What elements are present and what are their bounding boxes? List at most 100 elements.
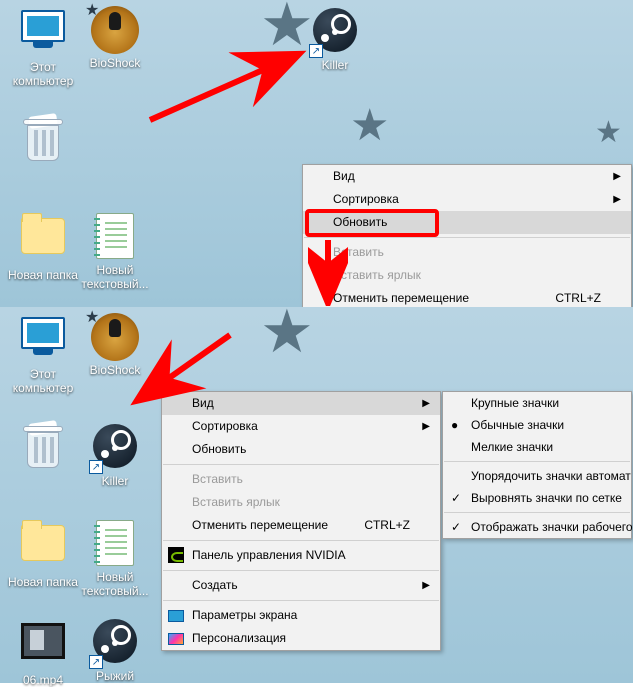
steam-icon: ↗ (311, 8, 359, 56)
submenu-label: Мелкие значки (471, 440, 553, 454)
video-file-icon (19, 623, 67, 671)
icon-label: Этот компьютер (6, 60, 80, 88)
chevron-right-icon: ▶ (422, 415, 430, 438)
menu-label: Параметры экрана (192, 608, 297, 622)
desktop-top[interactable]: ★ ★ ★ Этот компьютер ★ BioShock ↗ Killer… (0, 0, 633, 307)
submenu-item-medium-icons[interactable]: ●Обычные значки (443, 414, 631, 436)
menu-item-paste-shortcut: Вставить ярлык (162, 491, 440, 514)
menu-item-refresh[interactable]: Обновить (303, 211, 631, 234)
menu-item-paste: Вставить (303, 241, 631, 264)
desktop-icon-ryzhiy[interactable]: ↗ Рыжий (78, 617, 152, 683)
wallpaper-star: ★ (260, 297, 314, 367)
menu-separator (163, 540, 439, 541)
submenu-label: Упорядочить значки автомат (471, 469, 631, 483)
menu-shortcut: CTRL+Z (364, 514, 410, 537)
menu-separator (163, 464, 439, 465)
recycle-bin-icon (19, 117, 67, 165)
steam-icon: ↗ (91, 619, 139, 667)
menu-item-display-settings[interactable]: Параметры экрана (162, 604, 440, 627)
chevron-right-icon: ▶ (422, 574, 430, 597)
desktop-icon-new-folder[interactable]: Новая папка (6, 212, 80, 282)
desktop-icon-bioshock[interactable]: ★ BioShock (78, 6, 152, 70)
menu-label: Вид (192, 396, 214, 410)
desktop-icon-recycle-bin[interactable] (6, 115, 80, 167)
check-icon: ✓ (451, 487, 461, 509)
submenu-item-large-icons[interactable]: Крупные значки (443, 392, 631, 414)
desktop-icon-video[interactable]: 06.mp4 (6, 617, 80, 687)
wallpaper-star: ★ (350, 100, 389, 151)
menu-label: Вставить ярлык (192, 495, 280, 509)
chevron-right-icon: ▶ (422, 392, 430, 415)
menu-label: Сортировка (333, 192, 399, 206)
display-icon (168, 607, 184, 623)
menu-separator (163, 600, 439, 601)
desktop-icon-this-pc[interactable]: Этот компьютер (6, 6, 80, 88)
desktop-icon-this-pc[interactable]: Этот компьютер (6, 313, 80, 395)
text-file-icon (91, 520, 139, 568)
menu-label: Панель управления NVIDIA (192, 548, 346, 562)
personalize-icon (168, 630, 184, 646)
menu-label: Обновить (333, 215, 387, 229)
submenu-label: Крупные значки (471, 396, 559, 410)
recycle-bin-icon (19, 424, 67, 472)
icon-label: BioShock (78, 363, 152, 377)
icon-label: Новый текстовый... (78, 263, 152, 291)
submenu-item-auto-arrange[interactable]: Упорядочить значки автомат (443, 465, 631, 487)
menu-separator (444, 461, 630, 462)
bioshock-icon: ★ (91, 6, 139, 54)
menu-separator (304, 237, 630, 238)
context-menu[interactable]: Вид ▶ Сортировка ▶ Обновить Вставить Встав… (161, 391, 441, 651)
menu-label: Создать (192, 578, 238, 592)
wallpaper-star: ★ (595, 115, 622, 150)
desktop-icon-killer[interactable]: ↗ Killer (298, 6, 372, 72)
menu-label: Отменить перемещение (192, 518, 328, 532)
menu-label: Отменить перемещение (333, 291, 469, 305)
folder-icon (19, 525, 67, 573)
submenu-label: Выровнять значки по сетке (471, 491, 622, 505)
menu-item-sort[interactable]: Сортировка ▶ (162, 415, 440, 438)
menu-item-view[interactable]: Вид▶ (303, 165, 631, 188)
submenu-item-align-grid[interactable]: ✓ Выровнять значки по сетке (443, 487, 631, 509)
menu-item-sort[interactable]: Сортировка ▶ (303, 188, 631, 211)
desktop-icon-new-text[interactable]: Новый текстовый... (78, 519, 152, 598)
desktop-icon-bioshock[interactable]: ★ BioShock (78, 313, 152, 377)
menu-label: Вставить ярлык (333, 268, 421, 282)
icon-label: Killer (78, 474, 152, 488)
submenu-item-small-icons[interactable]: Мелкие значки (443, 436, 631, 458)
submenu-view[interactable]: Крупные значки ●Обычные значки Мелкие зн… (442, 391, 632, 539)
nvidia-icon (168, 547, 184, 563)
menu-item-paste-shortcut: Вставить ярлык (303, 264, 631, 287)
menu-item-nvidia[interactable]: Панель управления NVIDIA (162, 544, 440, 567)
icon-label: Новый текстовый... (78, 570, 152, 598)
icon-label: Новая папка (6, 268, 80, 282)
menu-item-personalize[interactable]: Персонализация (162, 627, 440, 650)
menu-item-undo-move[interactable]: Отменить перемещение CTRL+Z (162, 514, 440, 537)
menu-label: Персонализация (192, 631, 286, 645)
folder-icon (19, 218, 67, 266)
menu-label: Обновить (192, 442, 246, 456)
desktop-icon-new-text[interactable]: Новый текстовый... (78, 212, 152, 291)
submenu-label: Отображать значки рабочего (471, 520, 633, 534)
menu-label: Вид (333, 169, 355, 183)
steam-icon: ↗ (91, 424, 139, 472)
menu-separator (163, 570, 439, 571)
icon-label: Рыжий (78, 669, 152, 683)
menu-item-new[interactable]: Создать ▶ (162, 574, 440, 597)
menu-label: Сортировка (192, 419, 258, 433)
context-menu[interactable]: Вид▶ Сортировка ▶ Обновить Вставить Встав… (302, 164, 632, 311)
menu-label: Вставить (192, 472, 243, 486)
icon-label: Этот компьютер (6, 367, 80, 395)
icon-label: Killer (298, 58, 372, 72)
submenu-item-show-icons[interactable]: ✓Отображать значки рабочего (443, 516, 631, 538)
submenu-label: Обычные значки (471, 418, 564, 432)
desktop-icon-recycle-bin[interactable] (6, 422, 80, 474)
icon-label: 06.mp4 (6, 673, 80, 687)
menu-item-refresh[interactable]: Обновить (162, 438, 440, 461)
bioshock-icon: ★ (91, 313, 139, 361)
desktop-icon-killer[interactable]: ↗ Killer (78, 422, 152, 488)
desktop-icon-new-folder[interactable]: Новая папка (6, 519, 80, 589)
desktop-bottom[interactable]: ★ ★ Этот компьютер ★ BioShock ↗ Killer Н… (0, 307, 633, 683)
chevron-right-icon: ▶ (613, 188, 621, 211)
menu-separator (444, 512, 630, 513)
menu-item-view[interactable]: Вид ▶ (162, 392, 440, 415)
